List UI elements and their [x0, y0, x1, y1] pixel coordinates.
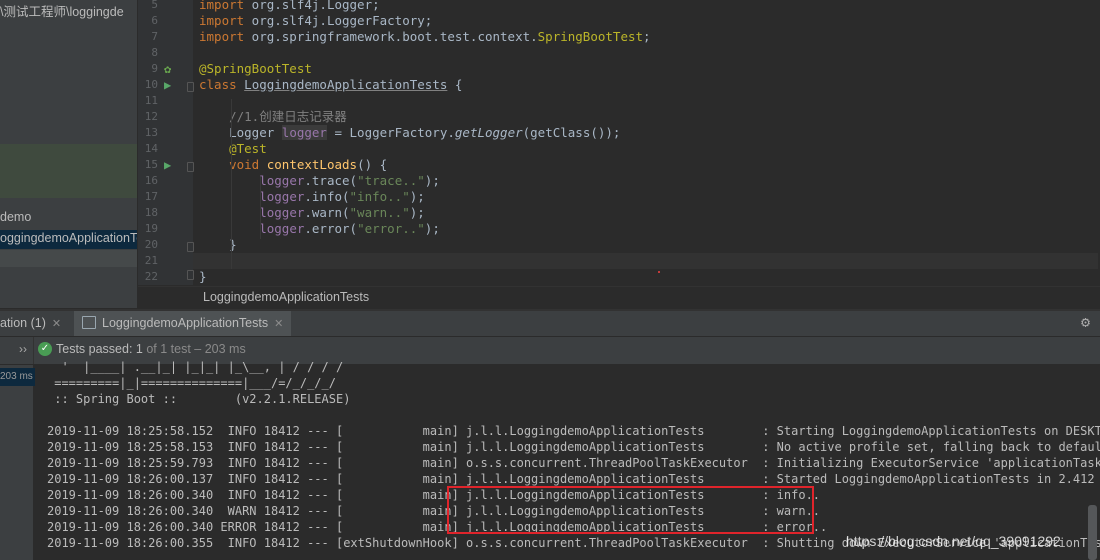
code-line[interactable]: logger.warn("warn..");: [199, 205, 425, 221]
console-line: 2019-11-09 18:25:59.793 INFO 18412 --- […: [47, 456, 1100, 470]
code-line[interactable]: logger.trace("trace..");: [199, 173, 440, 189]
project-panel: \测试工程师\loggingde demo oggingdemoApplicat…: [0, 0, 137, 308]
gear-icon[interactable]: ⚙: [1081, 313, 1090, 331]
code-line[interactable]: }: [199, 269, 207, 285]
code-line[interactable]: Logger logger = LoggerFactory.getLogger(…: [199, 125, 620, 141]
code-line[interactable]: import org.springframework.boot.test.con…: [199, 29, 651, 45]
line-number: 8: [151, 46, 158, 59]
console-line: =========|_|==============|___/=/_/_/_/: [47, 376, 336, 390]
line-number: 16: [144, 174, 158, 187]
code-line[interactable]: @SpringBootTest: [199, 61, 312, 77]
line-number: 12: [144, 110, 158, 123]
project-tree-highlight: [0, 144, 137, 198]
tests-passed-label: Tests passed:: [56, 342, 136, 356]
run-test-class-icon[interactable]: ▶: [164, 78, 171, 92]
line-number: 17: [144, 190, 158, 203]
tests-passed-status: Tests passed: 1 of 1 test – 203 ms: [56, 342, 246, 356]
tab-loggingdemo-label: LoggingdemoApplicationTests: [102, 316, 269, 330]
project-tree-module[interactable]: demo: [0, 210, 31, 224]
line-number: 20: [144, 238, 158, 251]
indent-guide: [260, 177, 261, 239]
spring-bean-icon[interactable]: ✿: [164, 62, 171, 76]
code-line[interactable]: import org.slf4j.LoggerFactory;: [199, 13, 432, 29]
line-number: 22: [144, 270, 158, 283]
code-line[interactable]: logger.error("error..");: [199, 221, 440, 237]
project-tree-row[interactable]: [0, 250, 137, 267]
line-number: 13: [144, 126, 158, 139]
project-path-label: \测试工程师\loggingde: [0, 5, 124, 19]
test-tree-time[interactable]: 203 ms: [0, 368, 35, 386]
tab-run-config[interactable]: ation (1) ✕: [0, 311, 61, 336]
run-test-method-icon[interactable]: ▶: [164, 158, 171, 172]
expand-toolbar-icon[interactable]: ››: [19, 342, 27, 356]
code-line[interactable]: void contextLoads() {: [199, 157, 387, 173]
tab-loggingdemo-tests[interactable]: LoggingdemoApplicationTests ✕: [74, 311, 292, 336]
console-line: 2019-11-09 18:26:00.137 INFO 18412 --- […: [47, 472, 1100, 486]
fold-marker-icon[interactable]: [187, 162, 194, 172]
test-run-icon: [82, 316, 96, 329]
artifact-dot: [658, 271, 660, 273]
close-icon[interactable]: ✕: [52, 318, 61, 330]
line-number: 5: [151, 0, 158, 11]
line-number: 7: [151, 30, 158, 43]
line-number: 9: [151, 62, 158, 75]
tests-passed-count: 1: [135, 342, 143, 356]
console-line: 2019-11-09 18:25:58.153 INFO 18412 --- […: [47, 440, 1100, 454]
console-line: 2019-11-09 18:25:58.152 INFO 18412 --- […: [47, 424, 1100, 438]
tab-run-config-label: ation (1): [0, 316, 46, 330]
test-toolbar-strip: [0, 337, 34, 364]
fold-marker-icon[interactable]: [187, 270, 194, 280]
line-number: 10: [144, 78, 158, 91]
watermark: https://blog.csdn.net/qq_39091292: [846, 533, 1061, 549]
code-line[interactable]: import org.slf4j.Logger;: [199, 0, 380, 13]
console-scrollbar[interactable]: [1088, 505, 1097, 560]
console-line: ' |____| .__|_| |_|_| |_\__, | / / / /: [47, 360, 344, 374]
indent-guide: [231, 99, 232, 269]
fold-marker-icon[interactable]: [187, 242, 194, 252]
breadcrumb[interactable]: LoggingdemoApplicationTests: [203, 290, 369, 304]
code-line[interactable]: class LoggingdemoApplicationTests {: [199, 77, 462, 93]
line-number: 6: [151, 14, 158, 27]
code-line[interactable]: //1.创建日志记录器: [199, 109, 347, 125]
line-number: 15: [144, 158, 158, 171]
line-number: 11: [144, 94, 158, 107]
project-tree-selected-file[interactable]: oggingdemoApplicationTes: [0, 231, 137, 245]
code-line[interactable]: @Test: [199, 141, 267, 157]
highlight-box: [447, 486, 814, 534]
current-line-highlight: [193, 253, 1098, 269]
console-line: :: Spring Boot :: (v2.2.1.RELEASE): [47, 392, 351, 406]
line-number: 14: [144, 142, 158, 155]
fold-marker-icon[interactable]: [187, 82, 194, 92]
line-number: 21: [144, 254, 158, 267]
check-icon: ✓: [38, 342, 52, 356]
line-number: 18: [144, 206, 158, 219]
test-tree[interactable]: [0, 365, 33, 560]
code-line[interactable]: logger.info("info..");: [199, 189, 425, 205]
line-number: 19: [144, 222, 158, 235]
close-icon[interactable]: ✕: [274, 318, 283, 330]
tests-passed-detail: of 1 test – 203 ms: [142, 342, 246, 356]
